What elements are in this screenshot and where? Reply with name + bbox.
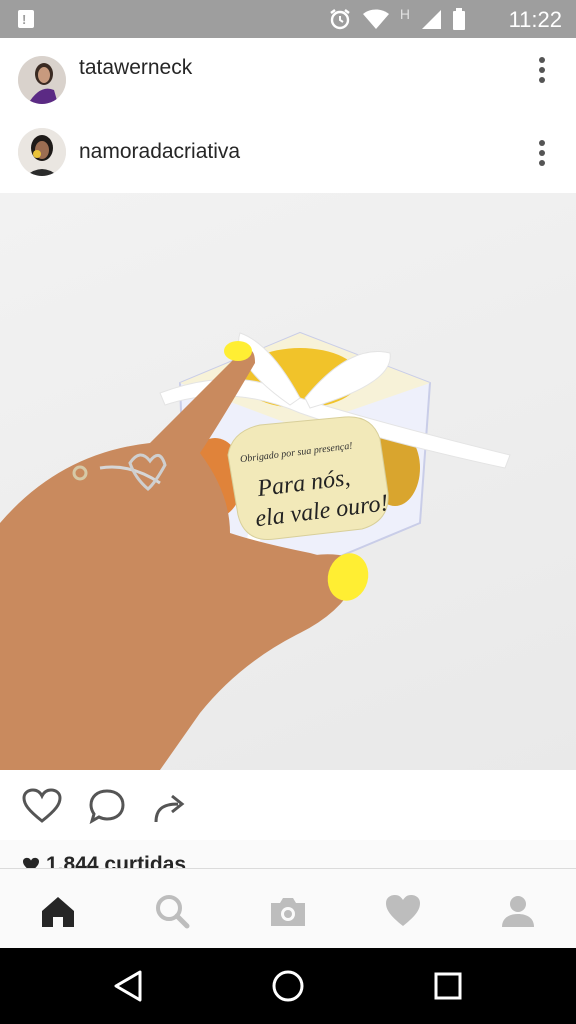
comment-icon[interactable] bbox=[87, 788, 127, 824]
username[interactable]: namoradacriativa bbox=[79, 140, 240, 164]
username[interactable]: tatawerneck bbox=[79, 56, 192, 80]
notification-icon: ! bbox=[18, 10, 34, 28]
camera-icon[interactable] bbox=[268, 891, 308, 931]
avatar[interactable] bbox=[18, 56, 66, 104]
photo-illustration: Obrigado por sua presença! Para nós, ela… bbox=[0, 331, 511, 770]
post-header: tatawerneck bbox=[0, 38, 576, 120]
search-icon[interactable] bbox=[152, 891, 192, 931]
home-circle-icon[interactable] bbox=[268, 968, 308, 1004]
status-bar: ! H 11:22 bbox=[0, 0, 576, 38]
share-icon[interactable] bbox=[150, 788, 190, 824]
back-icon[interactable] bbox=[108, 968, 148, 1004]
signal-icon bbox=[422, 10, 441, 29]
post-photo[interactable]: Obrigado por sua presença! Para nós, ela… bbox=[0, 193, 576, 770]
home-icon[interactable] bbox=[38, 891, 78, 931]
network-type-label: H bbox=[399, 6, 410, 22]
alarm-icon bbox=[330, 9, 350, 30]
post-actions bbox=[0, 770, 576, 840]
battery-icon bbox=[453, 8, 465, 30]
recents-icon[interactable] bbox=[428, 968, 468, 1004]
more-options-icon[interactable] bbox=[538, 139, 546, 167]
bottom-tab-bar bbox=[0, 868, 576, 949]
clock: 11:22 bbox=[508, 7, 562, 32]
profile-icon[interactable] bbox=[498, 891, 538, 931]
system-navigation-bar bbox=[0, 948, 576, 1024]
activity-heart-icon[interactable] bbox=[383, 891, 423, 931]
post-header: namoradacriativa bbox=[0, 112, 576, 194]
avatar[interactable] bbox=[18, 128, 66, 176]
more-options-icon[interactable] bbox=[538, 56, 546, 84]
like-heart-icon[interactable] bbox=[22, 788, 62, 824]
wifi-icon bbox=[362, 9, 389, 29]
svg-text:!: ! bbox=[22, 12, 26, 27]
